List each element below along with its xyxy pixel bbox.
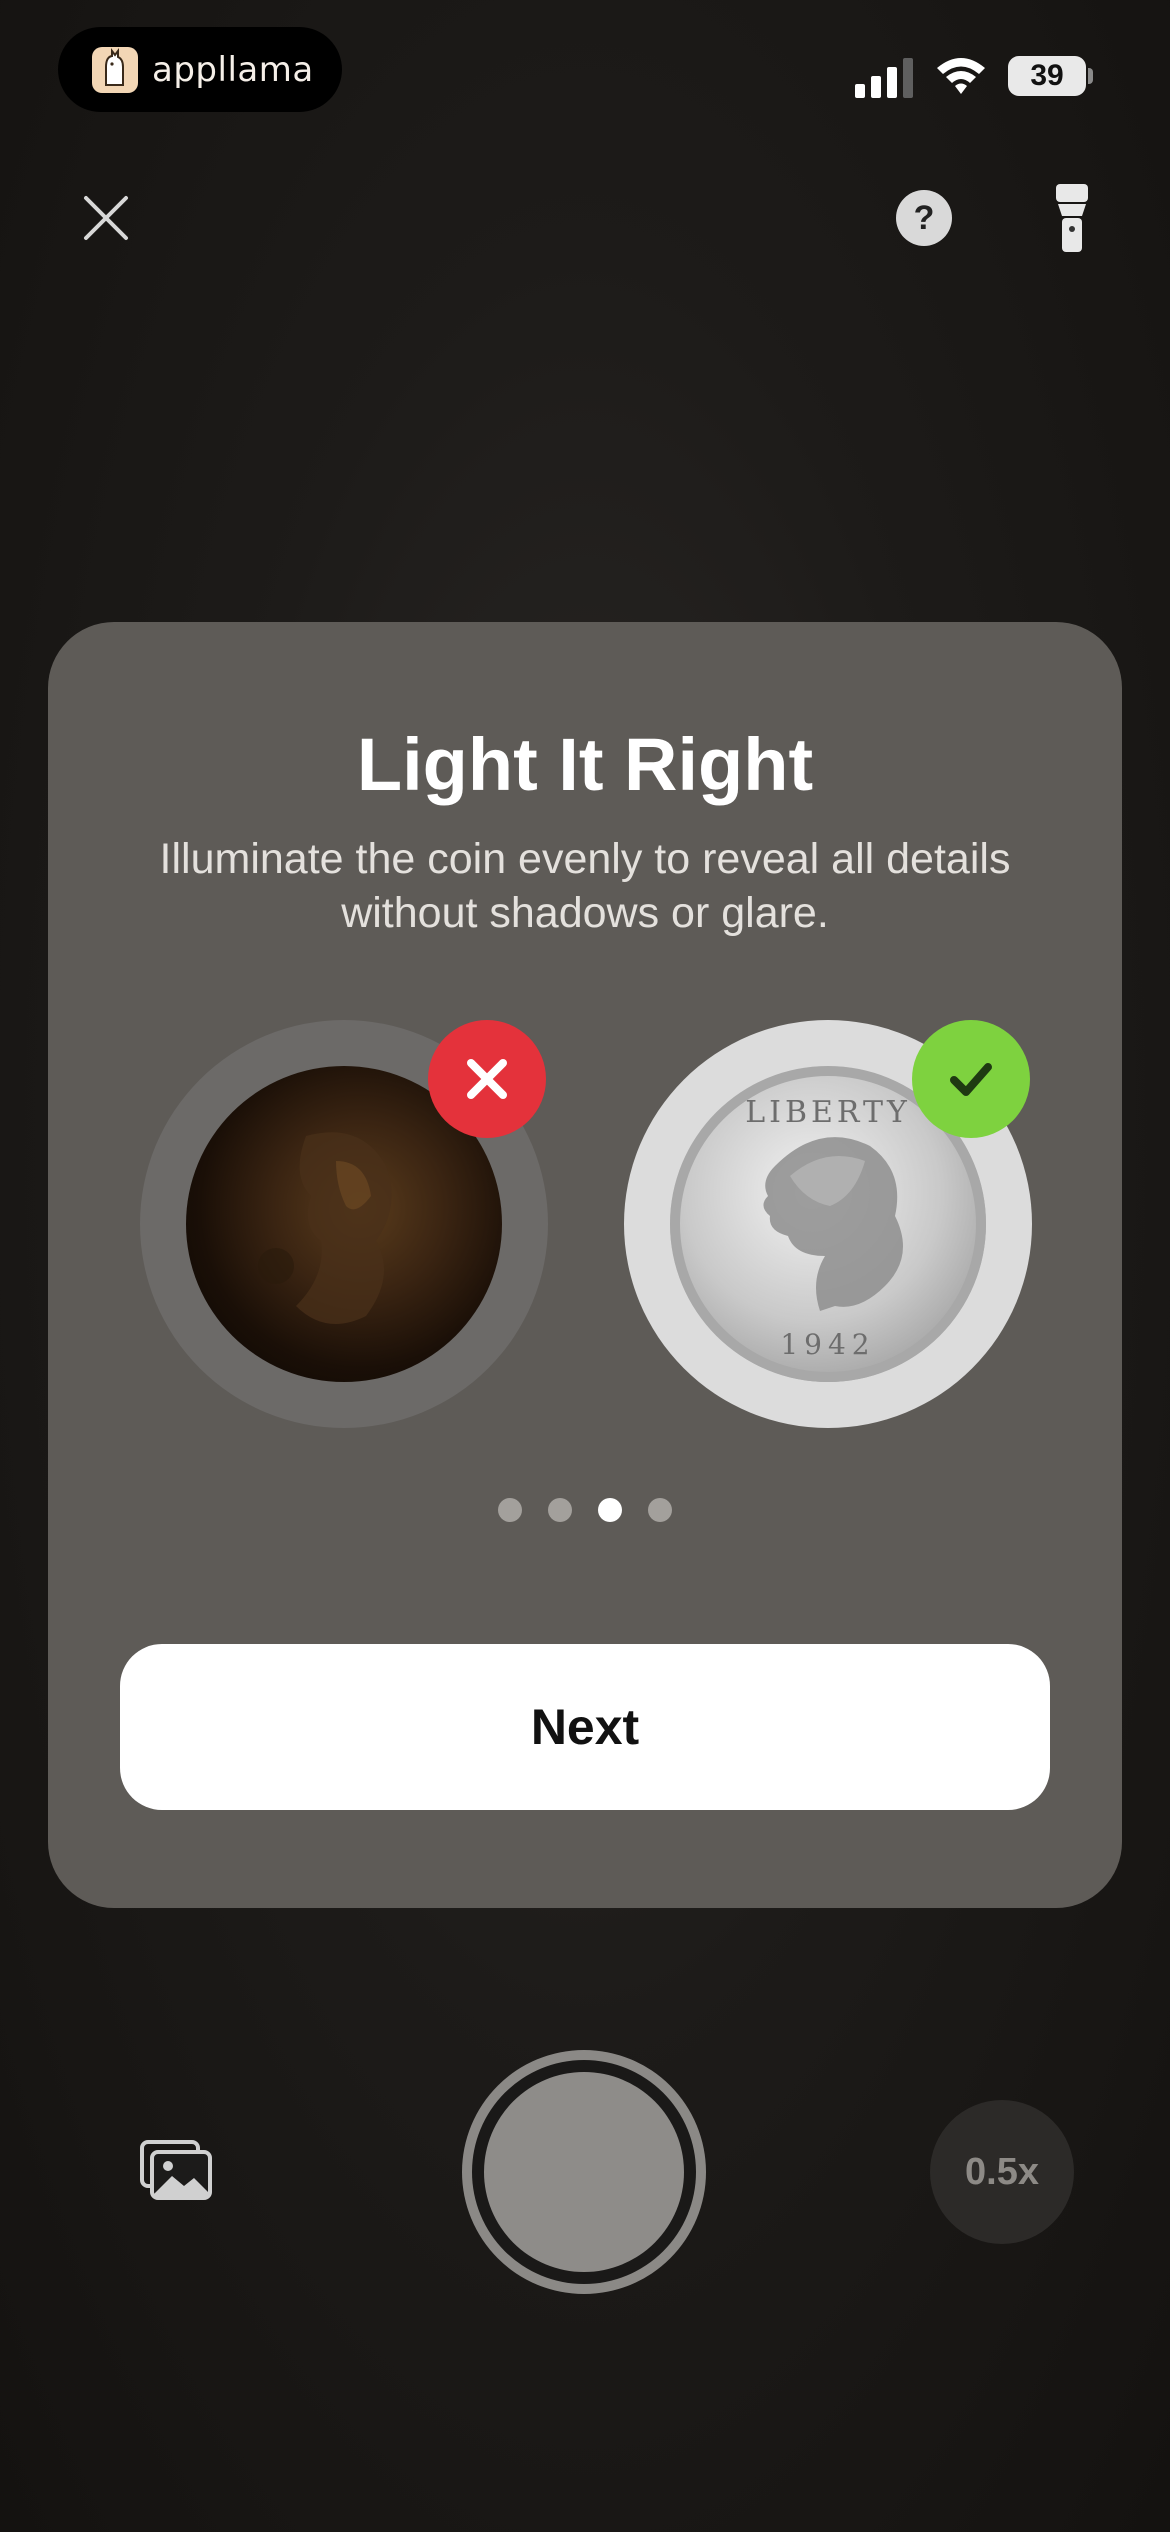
help-icon: ?: [913, 198, 935, 237]
app-name: appllama: [152, 49, 314, 90]
tips-card: Light It Right Illuminate the coin evenl…: [48, 622, 1122, 1908]
svg-text:LIBERTY: LIBERTY: [745, 1095, 911, 1130]
battery-icon: 39: [1008, 56, 1086, 96]
zoom-button[interactable]: 0.5x: [930, 2100, 1074, 2244]
card-title: Light It Right: [356, 723, 814, 806]
app-pill: appllama: [58, 27, 342, 112]
llama-logo-icon: [92, 46, 138, 93]
svg-text:1942: 1942: [780, 1328, 875, 1361]
battery-tip: [1088, 68, 1093, 84]
incorrect-badge: [428, 1020, 546, 1138]
wifi-icon: [937, 58, 985, 94]
next-button-label: Next: [530, 1699, 640, 1755]
battery-level: 39: [1030, 59, 1064, 92]
pagination-dots: [48, 1498, 1122, 1522]
flashlight-icon[interactable]: [1052, 184, 1092, 252]
shutter-button[interactable]: [462, 2050, 706, 2294]
help-button[interactable]: ?: [896, 190, 952, 246]
status-bar: appllama 39: [0, 0, 1170, 140]
x-icon: [467, 1059, 507, 1099]
camera-screen: appllama 39 ? Light It Right Illuminate …: [0, 0, 1170, 2532]
signal-icon: [855, 58, 913, 98]
card-description: Illuminate the coin evenly to reveal all…: [159, 835, 1011, 937]
correct-badge: [912, 1020, 1030, 1138]
close-icon[interactable]: [76, 188, 136, 248]
page-dot-3-active[interactable]: [598, 1498, 622, 1522]
page-dot-4[interactable]: [648, 1498, 672, 1522]
zoom-label: 0.5x: [965, 2150, 1039, 2193]
page-dot-1[interactable]: [498, 1498, 522, 1522]
page-dot-2[interactable]: [548, 1498, 572, 1522]
shutter-inner: [484, 2072, 684, 2272]
next-button[interactable]: Next: [120, 1644, 1050, 1810]
checkmark-icon: [950, 1063, 992, 1096]
photo-gallery-icon[interactable]: [140, 2140, 212, 2200]
